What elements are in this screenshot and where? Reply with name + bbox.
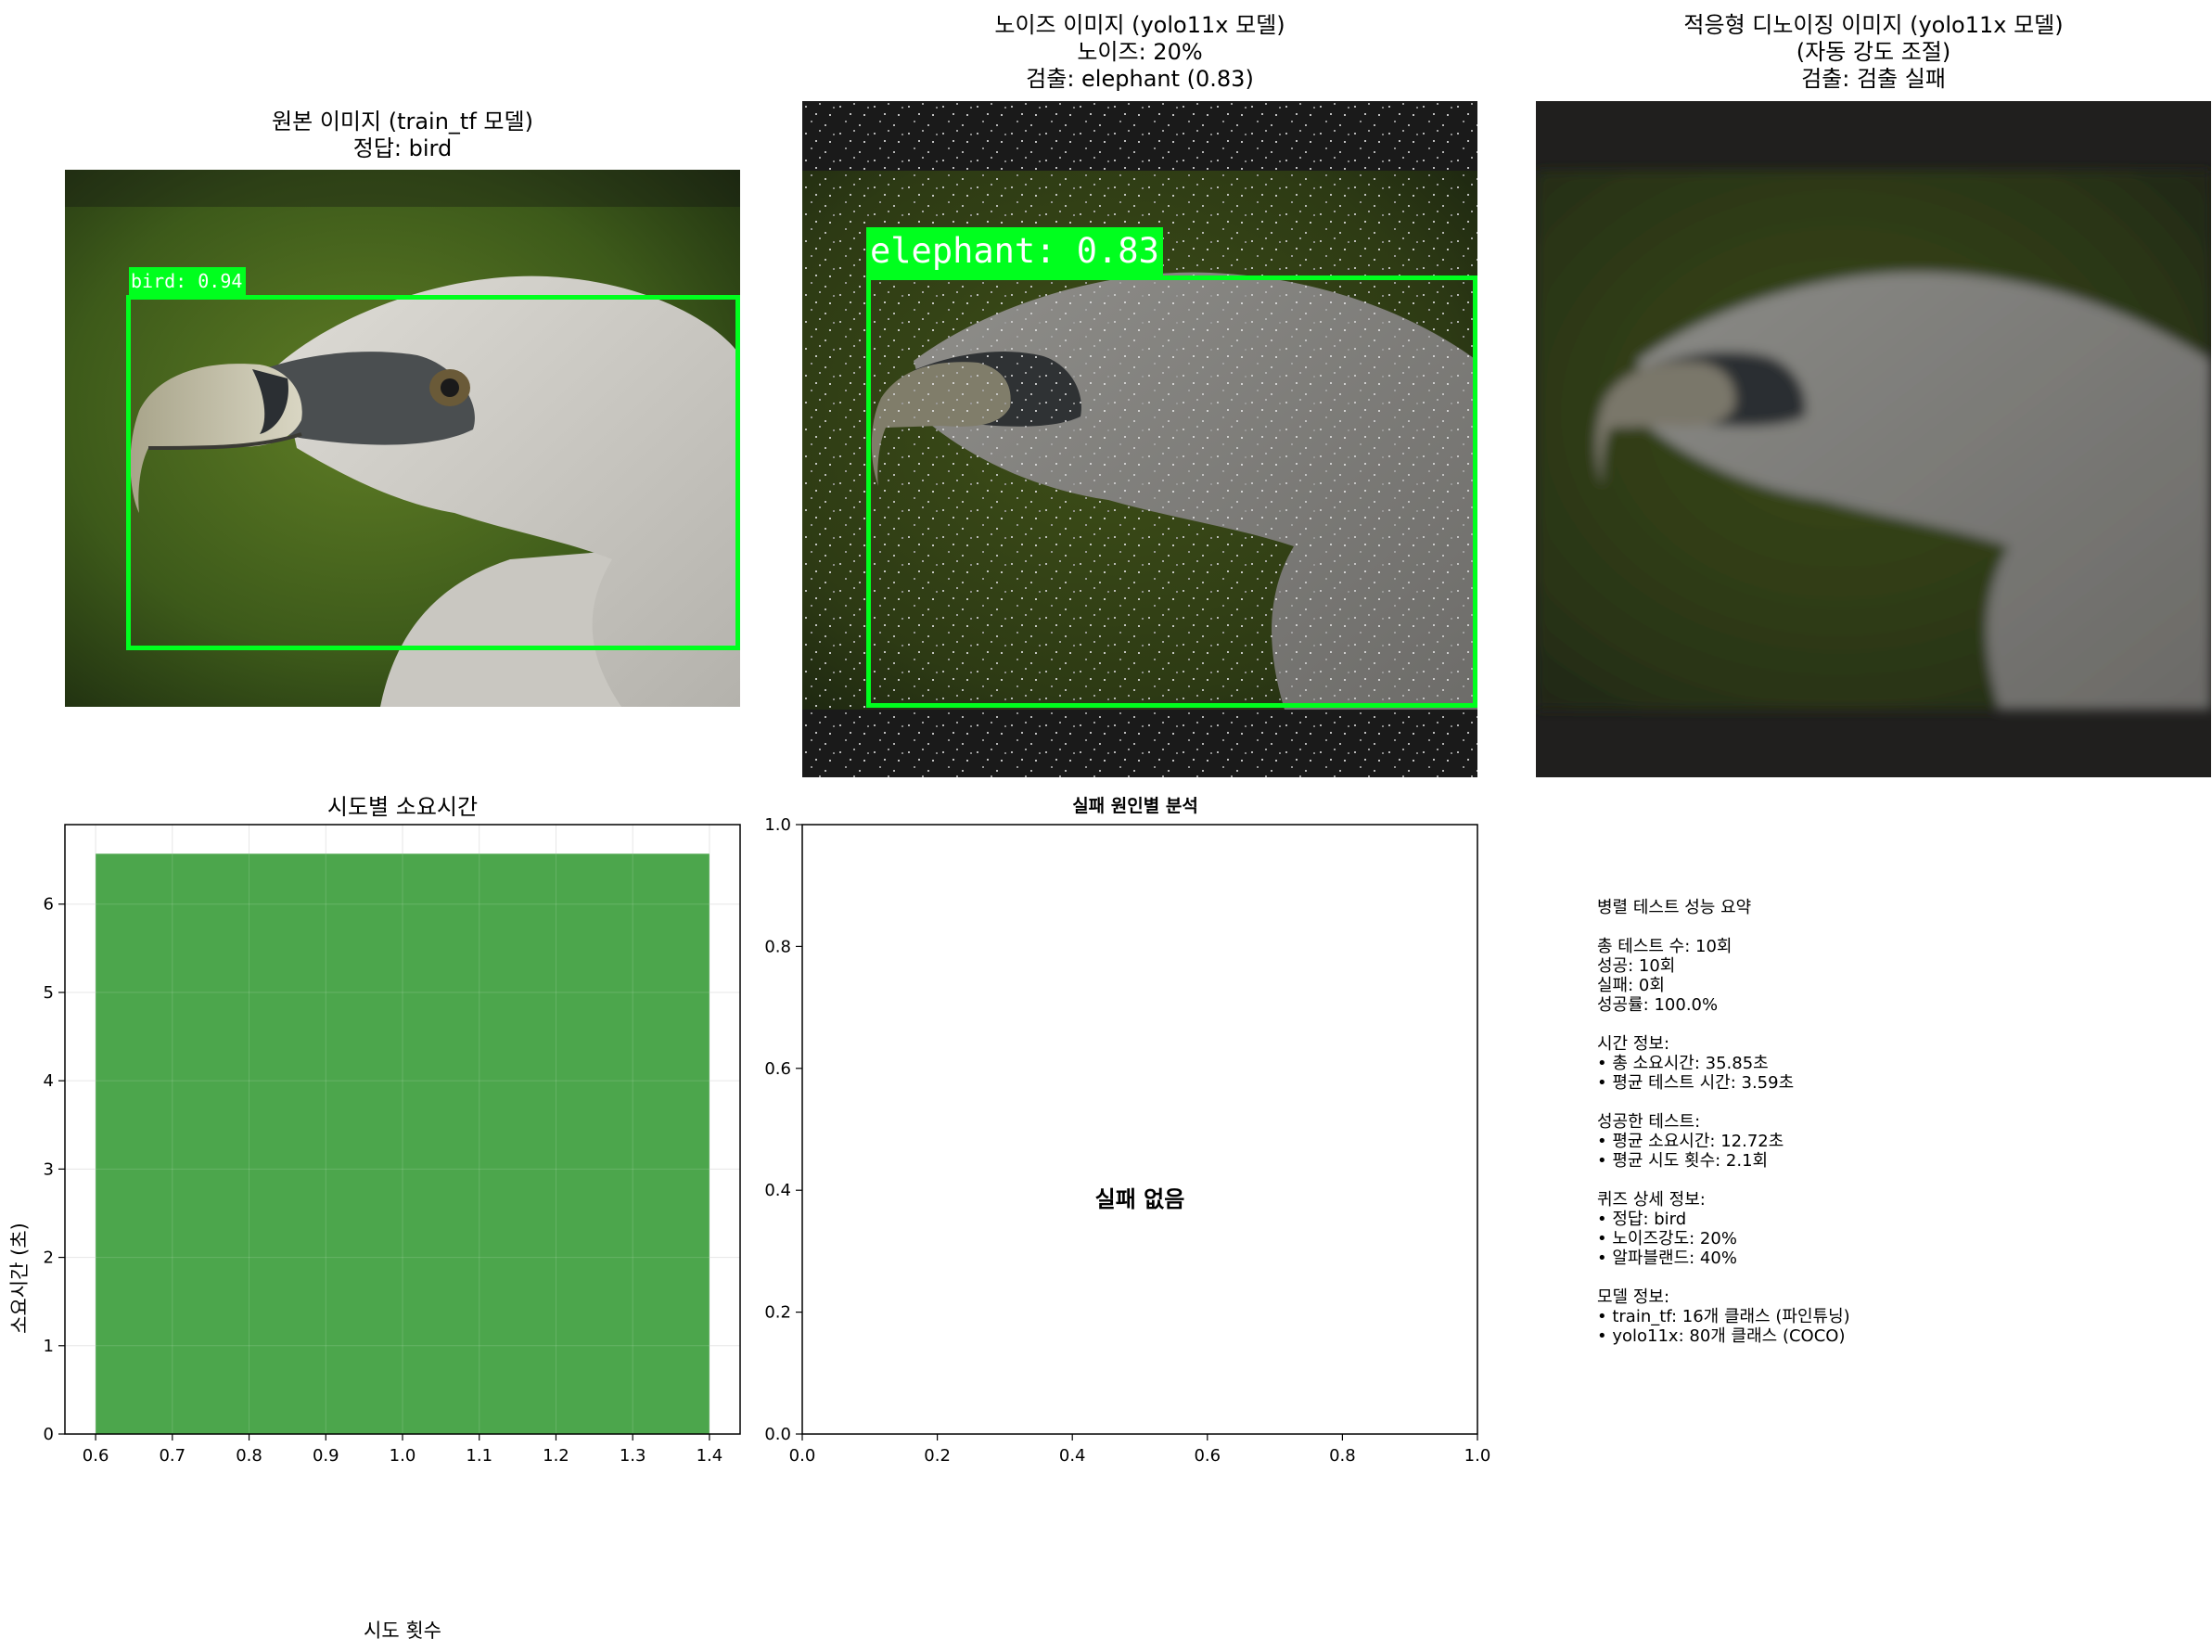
chart2-ytick-label: 0.6 (764, 1059, 791, 1079)
chart1-y-ticks: 0 1 2 3 4 5 6 (44, 895, 65, 1444)
chart2-ytick-label: 0.2 (764, 1303, 791, 1323)
chart1-xlabel: 시도 횟수 (364, 1620, 441, 1642)
denoised-image-title: 적응형 디노이징 이미지 (yolo11x 모델) (자동 강도 조절) 검출:… (1683, 12, 2064, 92)
chart1-ytick-label: 5 (44, 983, 54, 1003)
chart1-ylabel: 소요시간 (초) (8, 1223, 31, 1334)
chart2-xtick-label: 0.0 (789, 1446, 816, 1466)
chart1-xtick-label: 0.7 (159, 1446, 185, 1466)
chart1-x-ticks: 0.6 0.7 0.8 0.9 1.0 1.1 1.2 1.3 1.4 (83, 1434, 722, 1466)
attempt-time-chart: 시도별 소요시간 0.6 0.7 0.8 0.9 1.0 1.1 1.2 1.3 1.4 0 1 2… (8, 794, 741, 1642)
chart2-x-ticks: 0.0 0.2 0.4 0.6 0.8 1.0 (789, 1434, 1491, 1466)
chart2-annotation: 실패 없음 (1095, 1186, 1185, 1212)
chart1-xtick-label: 1.0 (390, 1446, 416, 1466)
noisy-image: elephant: 0.83 (802, 101, 1477, 777)
chart2-xtick-label: 1.0 (1464, 1446, 1491, 1466)
denoised-image (1536, 101, 2211, 777)
chart2-y-ticks: 0.0 0.2 0.4 0.6 0.8 1.0 (764, 815, 802, 1444)
noisy-image-title: 노이즈 이미지 (yolo11x 모델) 노이즈: 20% 검출: elepha… (994, 12, 1285, 92)
chart1-xtick-label: 1.1 (466, 1446, 492, 1466)
chart1-xtick-label: 0.6 (83, 1446, 109, 1466)
chart1-ytick-label: 6 (44, 895, 54, 915)
failure-analysis-chart: 실패 원인별 분석 0.0 0.2 0.4 0.6 0.8 1.0 0.00.20.40.… (764, 796, 1491, 1466)
chart1-ytick-label: 3 (44, 1159, 54, 1179)
chart2-title: 실패 원인별 분석 (1072, 796, 1198, 816)
chart2-ytick-label: 0.0 (764, 1425, 791, 1444)
chart1-xtick-label: 0.9 (313, 1446, 339, 1466)
chart1-xtick-label: 1.3 (620, 1446, 646, 1466)
original-image: bird: 0.94 (65, 170, 740, 707)
detection-label-bird: bird: 0.94 (129, 267, 247, 295)
chart1-ytick-label: 2 (44, 1249, 54, 1268)
chart2-ytick-label: 0.8 (764, 937, 791, 956)
chart2-ytick-label: 0.4 (764, 1181, 791, 1200)
chart1-xtick-label: 1.2 (543, 1446, 569, 1466)
chart1-xtick-label: 0.8 (236, 1446, 262, 1466)
chart1-ytick-label: 0 (44, 1425, 54, 1444)
performance-summary: 병렬 테스트 성능 요약 총 테스트 수: 10회 성공: 10회 실패: 0회… (1597, 898, 1850, 1346)
chart2-axes-frame (801, 824, 1478, 1435)
chart1-bars (95, 853, 710, 1435)
chart1-title: 시도별 소요시간 (327, 794, 478, 820)
detection-box-elephant (866, 275, 1477, 708)
vulture-photo-denoised (1536, 101, 2211, 777)
chart2-xtick-label: 0.6 (1194, 1446, 1221, 1466)
detection-label-elephant: elephant: 0.83 (866, 227, 1163, 275)
chart1-xtick-label: 1.4 (697, 1446, 723, 1466)
chart1-ytick-label: 1 (44, 1337, 54, 1356)
chart2-ytick-label: 1.0 (764, 815, 791, 835)
detection-box-bird (126, 295, 740, 650)
chart2-xtick-label: 0.2 (924, 1446, 951, 1466)
chart2-xtick-label: 0.8 (1329, 1446, 1356, 1466)
chart2-xtick-label: 0.4 (1059, 1446, 1086, 1466)
original-image-title: 원본 이미지 (train_tf 모델) 정답: bird (272, 109, 533, 161)
chart1-ytick-label: 4 (44, 1071, 54, 1091)
